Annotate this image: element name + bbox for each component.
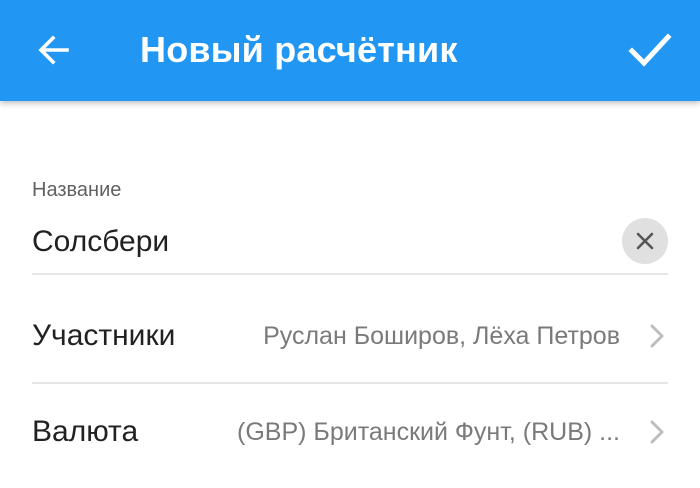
name-field-label: Название (32, 179, 122, 201)
arrow-left-icon (38, 35, 69, 65)
close-icon (636, 232, 654, 250)
participants-row[interactable]: Участники Руслан Боширов, Лёха Петров (32, 290, 672, 382)
participants-label: Участники (32, 319, 176, 352)
name-input[interactable] (32, 220, 592, 264)
app-bar: Новый расчётник (0, 0, 700, 101)
participants-divider (32, 382, 668, 384)
clear-name-button[interactable] (622, 218, 668, 264)
currency-row[interactable]: Валюта (GBP) Британский Фунт, (RUB) ... (32, 386, 672, 478)
name-divider (32, 273, 668, 275)
currency-label: Валюта (32, 415, 139, 448)
back-button[interactable] (30, 26, 78, 74)
chevron-right-icon (642, 417, 672, 447)
check-icon (628, 33, 672, 67)
page-title: Новый расчётник (140, 29, 458, 70)
confirm-button[interactable] (624, 24, 676, 76)
participants-value: Руслан Боширов, Лёха Петров (263, 322, 620, 350)
currency-value: (GBP) Британский Фунт, (RUB) ... (237, 418, 620, 446)
chevron-right-icon (642, 321, 672, 351)
